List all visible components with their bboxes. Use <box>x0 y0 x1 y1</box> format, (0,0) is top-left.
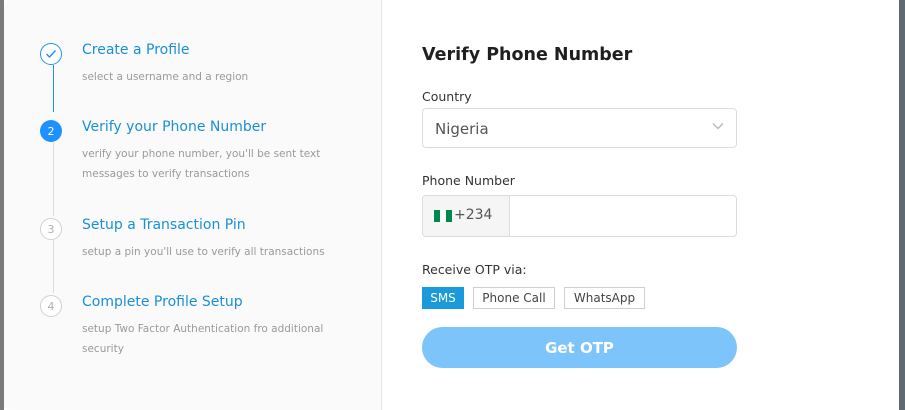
step-2-indicator: 2 <box>40 120 62 142</box>
phone-number-input[interactable] <box>510 196 736 236</box>
chevron-down-icon <box>712 123 724 130</box>
backdrop-right <box>899 0 905 410</box>
country-select-value: Nigeria <box>435 120 489 138</box>
step-connector-1 <box>53 65 54 112</box>
step-2-description: verify your phone number, you'll be sent… <box>82 148 321 180</box>
step-2-title: Verify your Phone Number <box>82 119 267 135</box>
step-1-description: select a username and a region <box>82 71 249 83</box>
check-icon <box>46 50 57 59</box>
step-4-title: Complete Profile Setup <box>82 294 243 310</box>
step-3-title: Setup a Transaction Pin <box>82 217 246 233</box>
otp-via-label: Receive OTP via: <box>422 262 527 277</box>
step-connector-2 <box>53 142 54 216</box>
country-select[interactable]: Nigeria <box>422 108 737 148</box>
phone-field[interactable]: +234 <box>422 195 737 237</box>
verify-phone-form: Verify Phone Number Country Nigeria Phon… <box>382 0 899 410</box>
step-4-indicator: 4 <box>40 295 62 317</box>
otp-option-phone-call[interactable]: Phone Call <box>473 287 555 309</box>
otp-option-whatsapp[interactable]: WhatsApp <box>564 287 645 309</box>
nigeria-flag-icon <box>434 210 452 222</box>
step-1-indicator <box>40 43 62 65</box>
steps-panel: Create a Profile select a username and a… <box>4 0 382 410</box>
step-4-description: setup Two Factor Authentication fro addi… <box>82 323 324 355</box>
step-3-description: setup a pin you'll use to verify all tra… <box>82 246 325 258</box>
dial-code-selector[interactable]: +234 <box>423 196 510 236</box>
dial-code: +234 <box>454 207 493 223</box>
step-3-indicator: 3 <box>40 218 62 240</box>
get-otp-button[interactable]: Get OTP <box>422 327 737 368</box>
phone-label: Phone Number <box>422 173 515 188</box>
otp-option-sms[interactable]: SMS <box>422 287 464 309</box>
setup-modal: Create a Profile select a username and a… <box>4 0 899 410</box>
country-label: Country <box>422 89 472 104</box>
step-connector-3 <box>53 240 54 293</box>
form-title: Verify Phone Number <box>422 45 633 65</box>
step-1-title: Create a Profile <box>82 42 190 58</box>
